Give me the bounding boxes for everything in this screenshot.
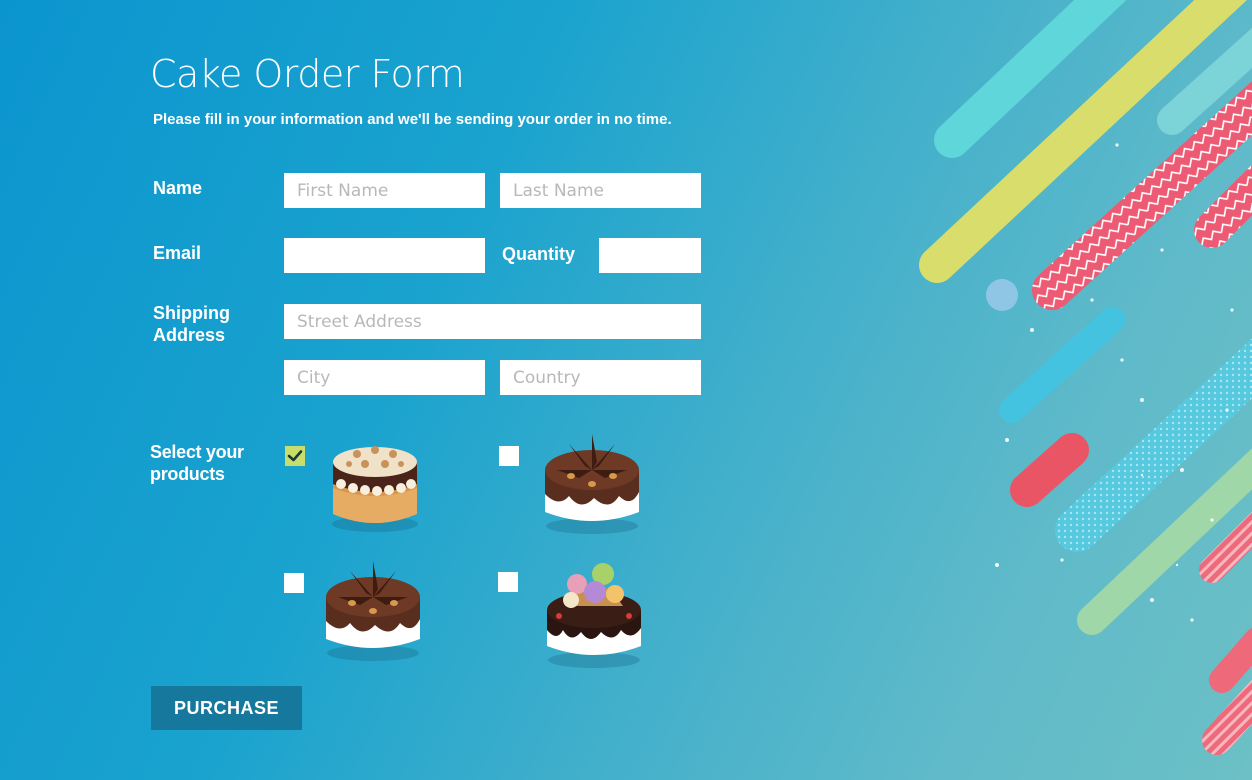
product-3-checkbox[interactable] (284, 573, 304, 593)
email-label: Email (153, 243, 202, 263)
page-title: Cake Order Form (150, 52, 465, 96)
products-label-line2: products (150, 464, 225, 484)
chocolate-cake-icon[interactable] (320, 552, 426, 664)
name-label: Name (153, 178, 203, 198)
chocolate-cake-icon[interactable] (539, 426, 645, 536)
select-products-label: Select your products (150, 441, 244, 485)
city-input[interactable] (284, 360, 485, 395)
country-input[interactable] (500, 360, 701, 395)
shipping-address-label: Shipping Address (153, 302, 230, 346)
ice-cream-cake-icon[interactable] (541, 552, 647, 670)
checkmark-icon (287, 450, 303, 462)
products-label-line1: Select your (150, 442, 244, 462)
shipping-label-line1: Shipping (153, 303, 230, 323)
shipping-label-line2: Address (153, 325, 226, 345)
quantity-label: Quantity (502, 244, 576, 264)
product-2-checkbox[interactable] (499, 446, 519, 466)
street-address-input[interactable] (284, 304, 701, 339)
product-1-checkbox[interactable] (285, 446, 305, 466)
quantity-input[interactable] (599, 238, 701, 273)
last-name-input[interactable] (500, 173, 701, 208)
email-input[interactable] (284, 238, 485, 273)
form-subtitle: Please fill in your information and we'l… (153, 111, 672, 128)
decorative-stripes-illustration (919, 0, 1252, 755)
caramel-cake-icon[interactable] (327, 428, 423, 534)
cake-order-form: Cake Order Form Please fill in your info… (150, 52, 710, 730)
purchase-button[interactable]: PURCHASE (151, 686, 302, 730)
product-4-checkbox[interactable] (498, 572, 518, 592)
first-name-input[interactable] (284, 173, 485, 208)
